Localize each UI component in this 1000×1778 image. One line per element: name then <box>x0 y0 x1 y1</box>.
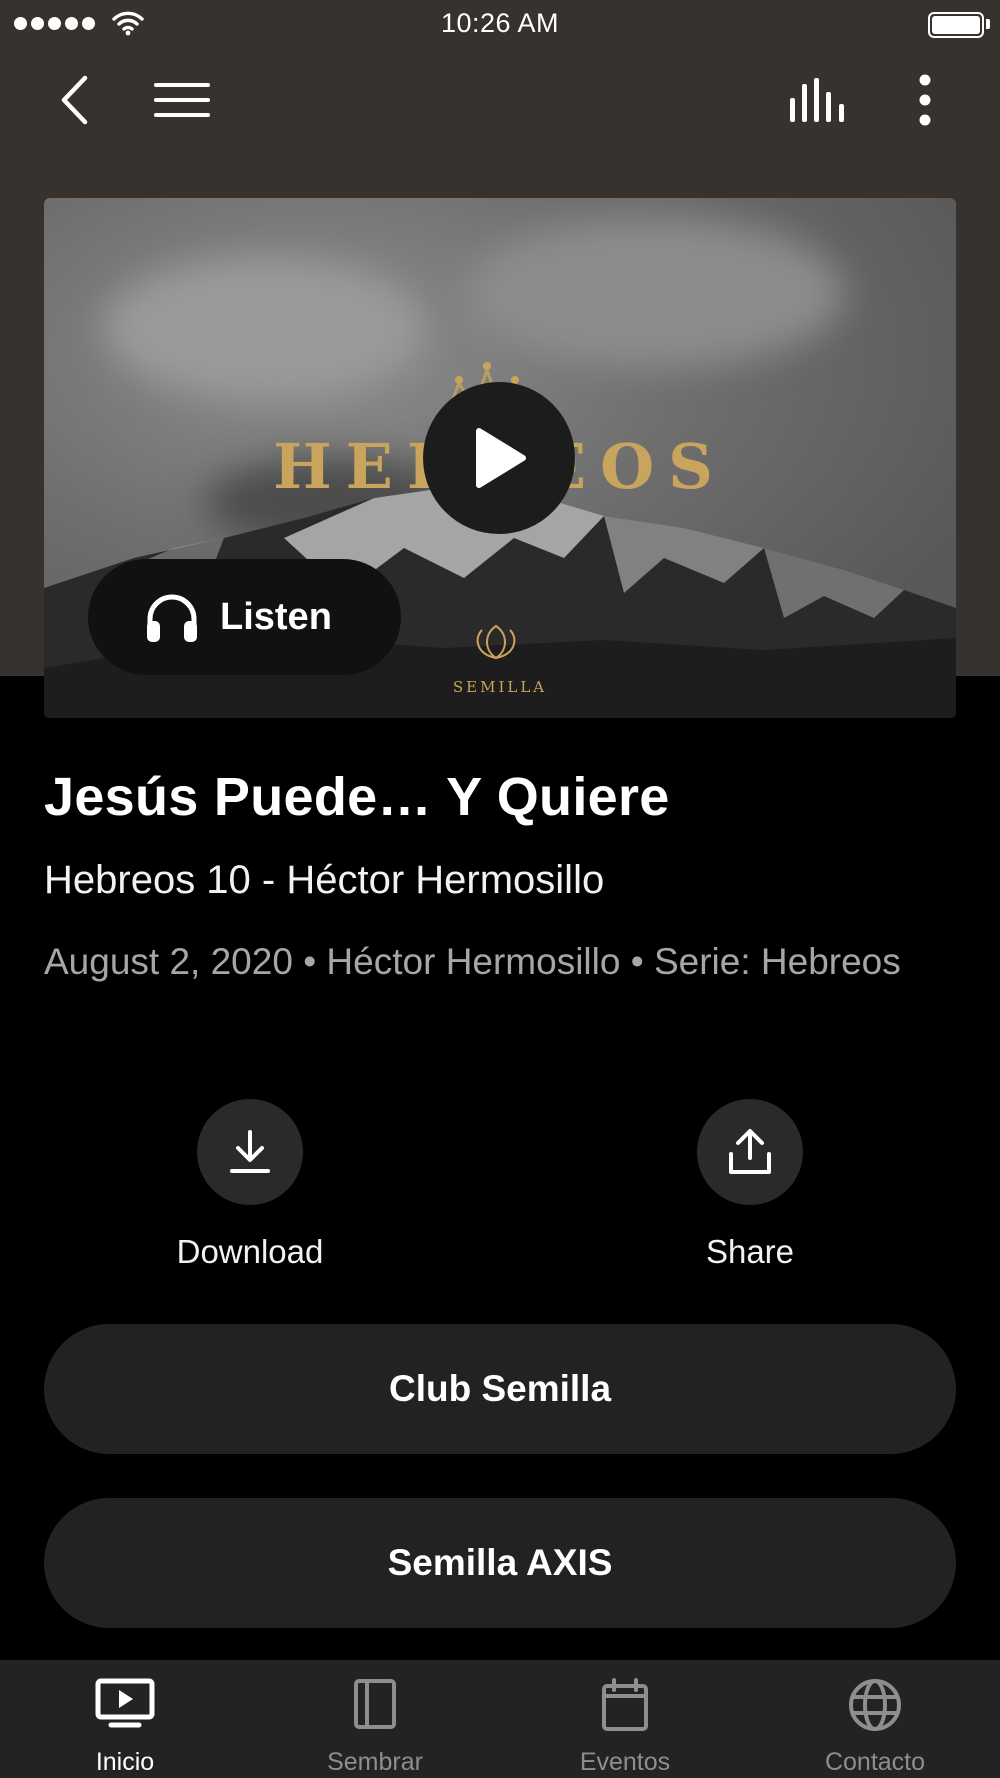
episode-subtitle: Hebreos 10 - Héctor Hermosillo <box>44 858 605 902</box>
navigation-bar <box>0 60 1000 140</box>
share-label: Share <box>705 1233 795 1270</box>
tab-label-sembrar: Sembrar <box>327 1748 423 1776</box>
listen-label: Listen <box>220 595 332 638</box>
download-label: Download <box>176 1233 324 1270</box>
tab-label-contacto: Contacto <box>824 1748 926 1776</box>
episode-meta: August 2, 2020 • Héctor Hermosillo • Ser… <box>44 941 901 982</box>
semilla-axis-button[interactable]: Semilla AXIS <box>44 1498 956 1628</box>
back-button[interactable] <box>44 60 104 140</box>
tab-bar: Inicio Sembrar Eventos Contacto <box>0 1660 1000 1778</box>
calendar-icon <box>602 1678 648 1731</box>
tab-eventos[interactable]: Eventos <box>500 1660 750 1778</box>
download-icon <box>230 1130 270 1173</box>
tab-sembrar[interactable]: Sembrar <box>250 1660 500 1778</box>
battery-icon <box>928 12 984 38</box>
download-button[interactable] <box>197 1099 303 1205</box>
tab-contacto[interactable]: Contacto <box>750 1660 1000 1778</box>
menu-button[interactable] <box>148 60 216 140</box>
book-icon <box>354 1679 396 1729</box>
tab-label-inicio: Inicio <box>95 1748 155 1776</box>
share-button[interactable] <box>697 1099 803 1205</box>
share-action[interactable]: Share <box>650 1099 850 1271</box>
tab-label-eventos: Eventos <box>579 1748 671 1776</box>
more-vertical-icon <box>919 74 931 126</box>
share-icon <box>729 1129 771 1174</box>
club-semilla-button[interactable]: Club Semilla <box>44 1324 956 1454</box>
hamburger-menu-icon <box>154 83 210 117</box>
status-time: 10:26 AM <box>440 8 560 38</box>
tv-play-icon <box>95 1678 155 1728</box>
play-button[interactable] <box>423 382 575 534</box>
audio-levels-button[interactable] <box>780 60 856 140</box>
play-icon <box>476 428 526 488</box>
equalizer-icon <box>790 78 844 122</box>
more-options-button[interactable] <box>900 60 950 140</box>
headphones-icon <box>147 594 197 642</box>
episode-title: Jesús Puede… Y Quiere <box>44 767 670 827</box>
globe-icon <box>849 1679 901 1731</box>
chevron-left-icon <box>61 75 88 125</box>
brand-logo-text: SEMILLA <box>452 678 548 696</box>
tab-inicio[interactable]: Inicio <box>0 1660 250 1778</box>
listen-button[interactable]: Listen <box>88 559 401 675</box>
status-bar: 10:26 AM <box>0 0 1000 50</box>
download-action[interactable]: Download <box>150 1099 350 1271</box>
